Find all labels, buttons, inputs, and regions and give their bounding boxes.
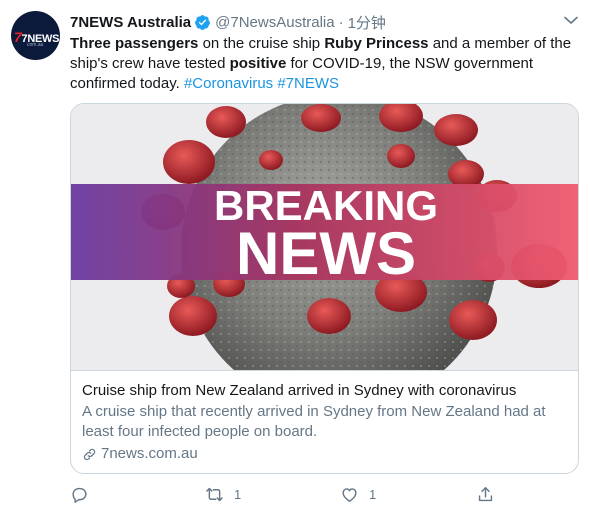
like-button[interactable]: 1 [340, 482, 376, 506]
link-icon [83, 448, 96, 460]
text-bold-positive: positive [229, 55, 287, 72]
separator-dot: · [338, 13, 344, 31]
image-text-news: NEWS [236, 220, 416, 287]
link-card[interactable]: BREAKING NEWS Cruise ship from New Zeala… [70, 103, 579, 474]
tweet-header: 7NEWS Australia @7NewsAustralia · 1分钟 [70, 11, 386, 33]
breaking-news-image: BREAKING NEWS [71, 104, 578, 370]
reply-icon [72, 487, 87, 503]
tweet-timestamp[interactable]: 1分钟 [348, 12, 386, 33]
avatar[interactable]: 77NEWS com.au [11, 11, 60, 60]
reply-button[interactable] [70, 482, 99, 506]
share-icon [478, 486, 493, 501]
card-image[interactable]: BREAKING NEWS [71, 104, 578, 370]
retweet-icon [206, 487, 223, 501]
tweet-actions: 1 1 [70, 482, 500, 506]
like-icon [342, 487, 357, 502]
card-domain[interactable]: 7news.com.au [82, 444, 567, 464]
chevron-down-icon[interactable] [563, 12, 579, 28]
retweet-button[interactable]: 1 [205, 482, 241, 506]
author-handle[interactable]: @7NewsAustralia [215, 14, 334, 31]
hashtag-coronavirus[interactable]: #Coronavirus [184, 75, 273, 92]
author-name[interactable]: 7NEWS Australia [70, 14, 191, 31]
card-description: A cruise ship that recently arrived in S… [82, 403, 546, 440]
tweet-text: Three passengers on the cruise ship Ruby… [70, 34, 580, 94]
verified-badge-icon [195, 14, 211, 30]
text-bold-passengers: Three passengers [70, 35, 199, 52]
avatar-logo-sub: com.au [27, 42, 44, 48]
text-bold-ship: Ruby Princess [324, 35, 429, 52]
card-body[interactable]: Cruise ship from New Zealand arrived in … [71, 370, 578, 473]
retweet-count: 1 [234, 486, 242, 502]
like-count: 1 [369, 486, 377, 502]
share-button[interactable] [476, 482, 495, 506]
hashtag-7news[interactable]: #7NEWS [277, 75, 339, 92]
card-title: Cruise ship from New Zealand arrived in … [82, 382, 517, 399]
text-segment: on the cruise ship [198, 35, 325, 52]
card-domain-text: 7news.com.au [101, 445, 198, 462]
